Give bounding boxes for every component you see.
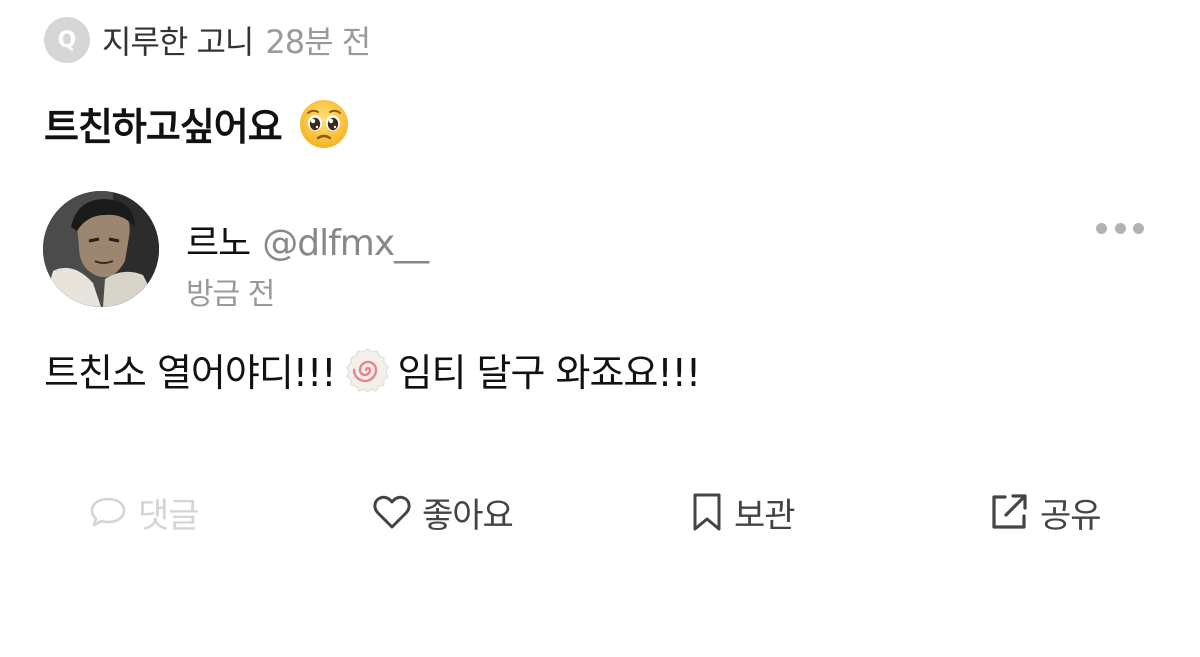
question-text-label: 트친하고싶어요 [44, 105, 283, 149]
question-badge-icon: Q [44, 17, 90, 63]
save-button[interactable]: 보관 [690, 486, 796, 538]
like-label: 좋아요 [422, 495, 514, 536]
fish-cake-icon [344, 346, 392, 394]
more-options-icon[interactable] [1096, 218, 1144, 238]
question-author[interactable]: 지루한 고니 [102, 17, 254, 63]
bookmark-icon [693, 493, 721, 531]
more-dot [1133, 222, 1144, 234]
action-bar: 댓글 좋아요 보관 공유 [0, 486, 1200, 538]
avatar[interactable] [43, 191, 159, 307]
heart-icon [373, 495, 411, 529]
answer-text-after: 임티 달구 와죠요!!! [397, 351, 702, 395]
pleading-face-icon [298, 98, 350, 150]
share-button[interactable]: 공유 [988, 486, 1102, 538]
share-label: 공유 [1040, 495, 1102, 536]
comment-label: 댓글 [138, 495, 200, 536]
answer-time: 방금 전 [186, 277, 275, 312]
question-badge-letter: Q [57, 27, 77, 53]
answer-author-name[interactable]: 르노 [186, 214, 251, 266]
comment-button[interactable]: 댓글 [88, 486, 200, 538]
question-header: Q 지루한 고니 28분 전 [44, 17, 371, 63]
like-button[interactable]: 좋아요 [372, 486, 514, 538]
answer-author-handle[interactable]: @dlfmx__ [262, 223, 429, 264]
more-dot [1114, 222, 1126, 234]
answer-text-before: 트친소 열어야디!!! [44, 351, 336, 395]
speech-bubble-icon [90, 497, 126, 527]
save-label: 보관 [734, 495, 796, 536]
question-time: 28분 전 [265, 23, 371, 61]
more-dot [1096, 222, 1107, 234]
answer-text: 트친소 열어야디!!! 임티 달구 와죠요!!! [44, 342, 702, 397]
answer-author-row: 르노 @dlfmx__ [186, 214, 429, 266]
share-icon [992, 494, 1027, 529]
question-text: 트친하고싶어요 [44, 96, 350, 151]
